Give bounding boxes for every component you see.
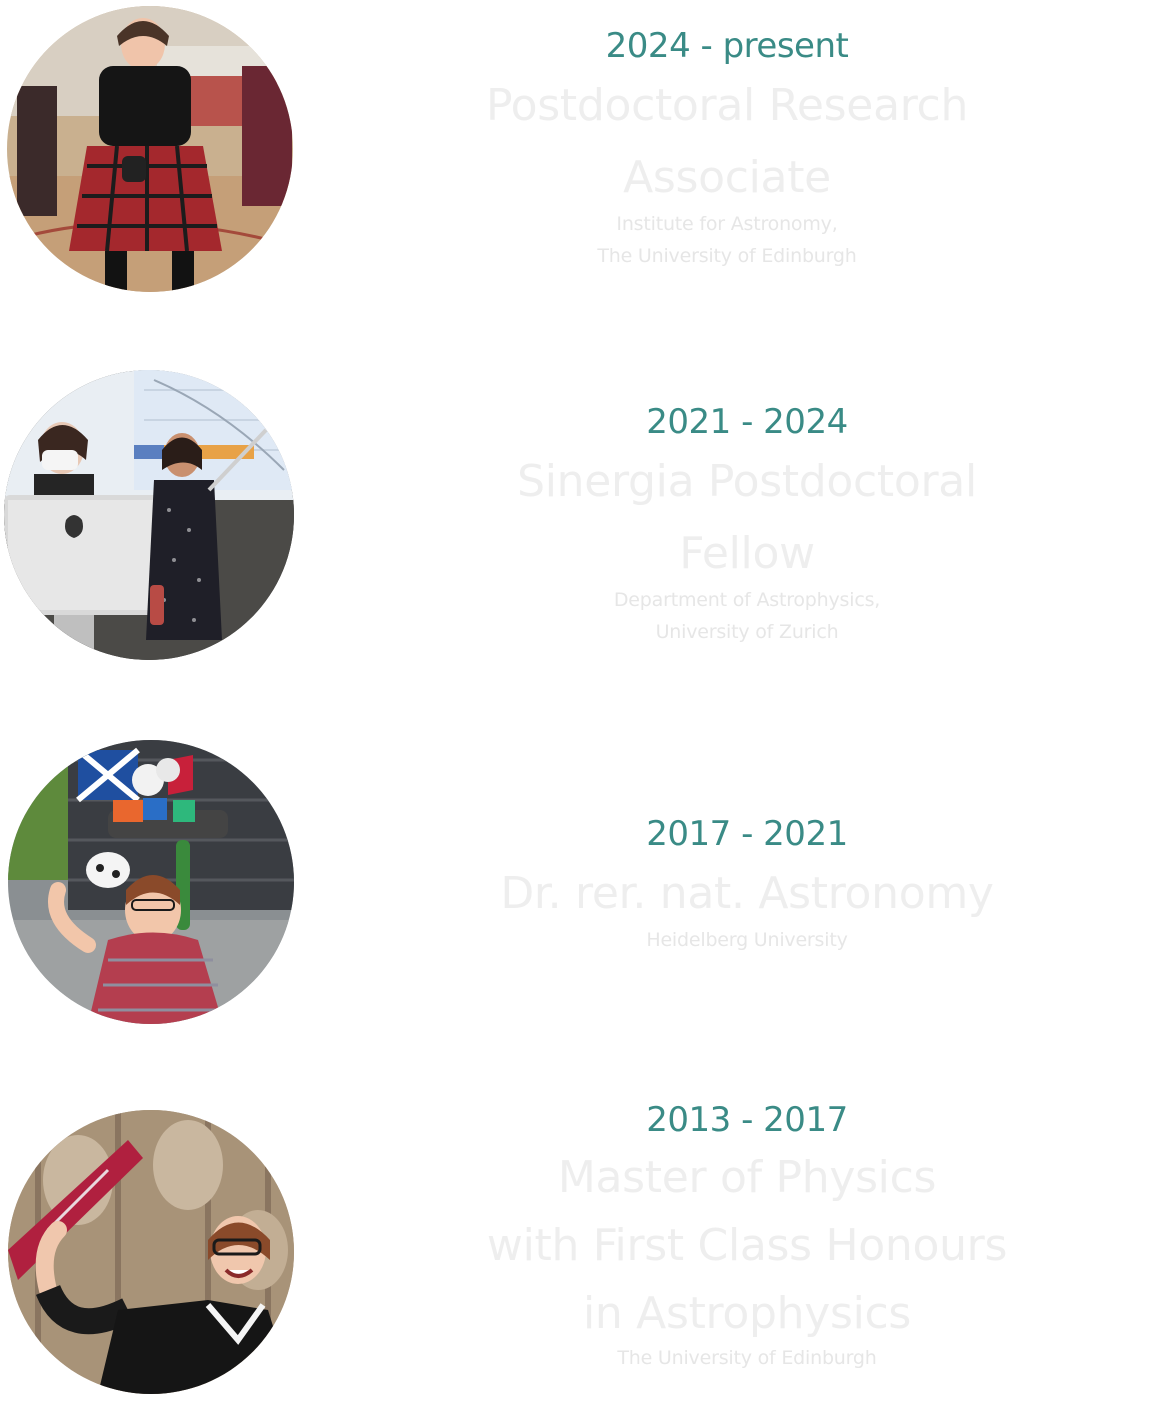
entry-institution: Department of Astrophysics, University o… — [482, 584, 1012, 648]
entry-title-line: Postdoctoral Research — [485, 80, 969, 131]
entry-institution-line: Department of Astrophysics, — [613, 589, 881, 611]
entry-title-line: Dr. rer. nat. Astronomy — [500, 868, 994, 919]
timeline-entry: 2024 - present Postdoctoral Research Ass… — [462, 24, 992, 272]
entry-title: Postdoctoral Research Associate — [462, 70, 992, 214]
entry-institution-line: The University of Edinburgh — [617, 1347, 877, 1369]
photo-scottish-dance-icon — [7, 6, 293, 292]
timeline-entry: 2013 - 2017 Master of Physics with First… — [462, 1098, 1032, 1374]
photo-graduation-hat-icon — [8, 740, 294, 1024]
entry-institution: Institute for Astronomy, The University … — [462, 208, 992, 272]
entry-institution-line: Institute for Astronomy, — [616, 213, 838, 235]
entry-title: Master of Physics with First Class Honou… — [462, 1144, 1032, 1348]
photo-lecture-presentation-icon — [4, 370, 294, 660]
entry-title-line: with First Class Honours — [486, 1220, 1008, 1271]
photo-graduation-scroll — [8, 1110, 294, 1394]
entry-years: 2017 - 2021 — [646, 814, 848, 854]
entry-title-line: in Astrophysics — [582, 1288, 912, 1339]
photo-graduation-scroll-icon — [8, 1110, 294, 1394]
photo-graduation-hat — [8, 740, 294, 1024]
entry-title-line: Associate — [623, 152, 831, 203]
entry-institution-line: The University of Edinburgh — [597, 245, 857, 267]
entry-title-line: Fellow — [679, 528, 815, 579]
entry-years: 2013 - 2017 — [646, 1100, 848, 1140]
timeline-entry: 2017 - 2021 Dr. rer. nat. Astronomy Heid… — [482, 812, 1012, 956]
entry-years: 2024 - present — [605, 26, 849, 66]
photo-lecture-presentation — [4, 370, 294, 660]
entry-institution-line: University of Zurich — [655, 621, 839, 643]
photo-scottish-dance — [7, 6, 293, 292]
entry-years: 2021 - 2024 — [646, 402, 848, 442]
entry-institution: The University of Edinburgh — [462, 1342, 1032, 1374]
entry-title: Dr. rer. nat. Astronomy — [482, 858, 1012, 930]
entry-title-line: Master of Physics — [557, 1152, 937, 1203]
timeline-entry: 2021 - 2024 Sinergia Postdoctoral Fellow… — [482, 400, 1012, 648]
entry-title: Sinergia Postdoctoral Fellow — [482, 446, 1012, 590]
entry-title-line: Sinergia Postdoctoral — [517, 456, 977, 507]
